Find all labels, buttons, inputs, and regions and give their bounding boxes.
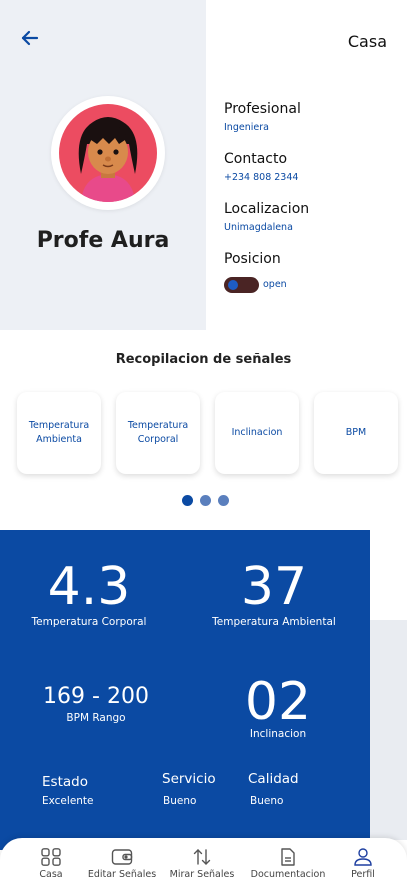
grid-icon <box>40 848 62 866</box>
calidad-title: Calidad <box>248 771 299 787</box>
nav-item-editar-senales[interactable]: Editar Señales <box>82 848 162 880</box>
position-title: Posicion <box>224 251 281 267</box>
pager-dot[interactable] <box>218 495 229 506</box>
nav-label: Mirar Señales <box>169 869 235 880</box>
calidad-value: Bueno <box>250 795 284 807</box>
ambient-temp-label: Temperatura Ambiental <box>212 616 336 628</box>
profession-value: Ingeniera <box>224 122 269 133</box>
location-value: Unimagdalena <box>224 222 293 233</box>
nav-item-perfil[interactable]: Perfil <box>323 848 403 880</box>
nav-item-mirar-senales[interactable]: Mirar Señales <box>162 848 242 880</box>
card-label-line1: BPM <box>345 427 367 439</box>
position-toggle[interactable] <box>224 277 259 293</box>
signals-section-title: Recopilacion de señales <box>115 352 292 367</box>
profession-title: Profesional <box>224 101 301 117</box>
profile-panel: Profe Aura <box>0 0 206 330</box>
servicio-value: Bueno <box>163 795 197 807</box>
pager-dot-active[interactable] <box>182 495 193 506</box>
stats-panel: 4.3 Temperatura Corporal 37 Temperatura … <box>0 530 370 850</box>
signal-card-bpm[interactable]: BPM <box>314 392 398 474</box>
nav-item-casa[interactable]: Casa <box>11 848 91 880</box>
document-icon <box>277 848 299 866</box>
toggle-knob <box>228 280 238 290</box>
avatar[interactable] <box>59 104 157 202</box>
nav-label: Documentacion <box>250 869 326 880</box>
card-label-line1: Inclinacion <box>231 427 283 439</box>
estado-title: Estado <box>42 774 88 790</box>
pager-dot[interactable] <box>200 495 211 506</box>
bpm-range-label: BPM Rango <box>66 712 126 724</box>
nav-label: Perfil <box>351 869 375 880</box>
position-value: open <box>263 279 287 290</box>
location-title: Localizacion <box>224 201 310 217</box>
nav-label: Editar Señales <box>87 869 157 880</box>
signal-card-temperatura-corporal[interactable]: Temperatura Corporal <box>116 392 200 474</box>
contact-value: +234 808 2344 <box>224 172 299 183</box>
avatar-frame <box>51 96 165 210</box>
ambient-temp-value: 37 <box>240 557 308 617</box>
card-label-line2: Corporal <box>137 434 179 445</box>
card-label-line1: Temperatura <box>28 420 90 432</box>
card-label-line1: Temperatura <box>127 420 189 432</box>
nav-item-documentacion[interactable]: Documentacion <box>248 848 328 880</box>
inclination-label: Inclinacion <box>249 728 307 740</box>
signal-card-temperatura-ambienta[interactable]: Temperatura Ambienta <box>17 392 101 474</box>
user-icon <box>352 848 374 866</box>
home-link[interactable]: Casa <box>348 32 387 51</box>
bottom-nav: Casa Editar Señales Mirar Señales Docume… <box>0 838 407 885</box>
corporal-temp-label: Temperatura Corporal <box>31 616 147 628</box>
nav-label: Casa <box>39 869 63 880</box>
back-arrow-icon[interactable] <box>18 26 42 50</box>
card-label-line2: Ambienta <box>36 434 82 445</box>
bpm-range-value: 169 - 200 <box>43 684 149 709</box>
contact-title: Contacto <box>224 151 288 167</box>
wallet-icon <box>111 848 133 866</box>
profile-name: Profe Aura <box>36 228 170 253</box>
inclination-value: 02 <box>244 672 312 732</box>
servicio-title: Servicio <box>162 771 216 787</box>
arrows-icon <box>191 848 213 866</box>
estado-value: Excelente <box>42 795 94 807</box>
background-strip <box>370 620 407 840</box>
corporal-temp-value: 4.3 <box>47 557 131 617</box>
signal-card-inclinacion[interactable]: Inclinacion <box>215 392 299 474</box>
